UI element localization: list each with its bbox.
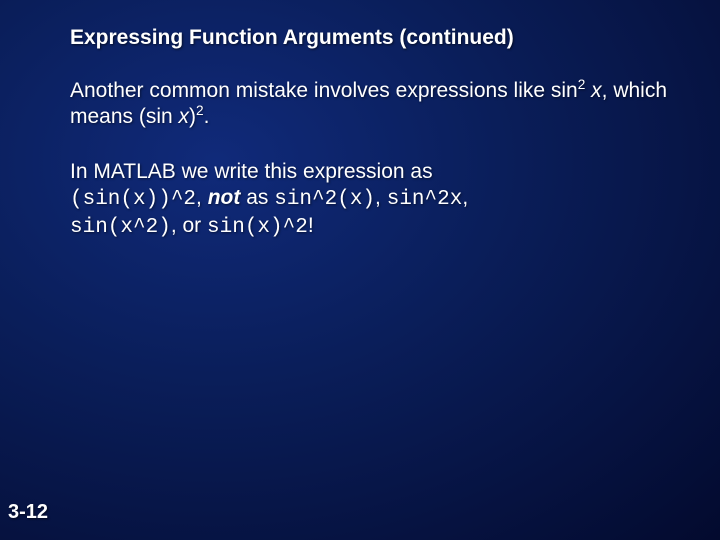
p1-period: .: [204, 105, 210, 128]
p2-sep4: ,: [462, 186, 468, 209]
p2-code5: sin(x)^2: [207, 216, 308, 239]
p1-x2: x: [179, 105, 190, 128]
p1-pre: Another common mistake involves expressi…: [70, 79, 578, 102]
p2-sep2: as: [240, 186, 274, 209]
p1-sup2: 2: [196, 103, 204, 118]
p2-code2: sin^2(x): [274, 188, 375, 211]
p2-code4: sin(x^2): [70, 216, 171, 239]
p2-sep3: ,: [375, 186, 387, 209]
p1-close: ): [189, 105, 196, 128]
page-number: 3-12: [8, 501, 48, 524]
p2-sep5: , or: [171, 214, 207, 237]
slide-content: Expressing Function Arguments (continued…: [70, 26, 680, 269]
paragraph-1: Another common mistake involves expressi…: [70, 78, 680, 131]
slide-title: Expressing Function Arguments (continued…: [70, 26, 680, 50]
p2-end: !: [308, 214, 314, 237]
p2-code3: sin^2x: [387, 188, 463, 211]
p2-not: not: [208, 186, 241, 209]
p2-sep1: ,: [196, 186, 208, 209]
paragraph-2: In MATLAB we write this expression as (s…: [70, 159, 680, 242]
p2-line1: In MATLAB we write this expression as: [70, 160, 433, 183]
p1-x1: x: [591, 79, 602, 102]
p2-code1: (sin(x))^2: [70, 188, 196, 211]
